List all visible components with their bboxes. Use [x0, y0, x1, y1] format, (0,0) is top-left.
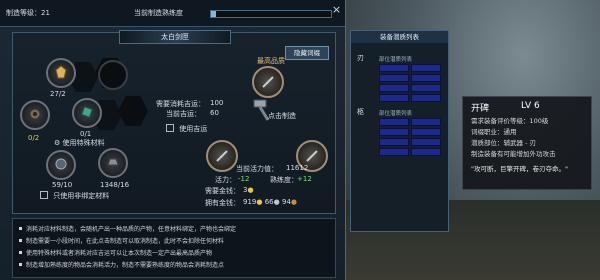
potential-cell[interactable] — [379, 128, 409, 136]
vigor-cost-label: 活力： — [215, 176, 236, 184]
material-slot-gear[interactable] — [20, 100, 50, 130]
group-sub: 部位潜质列表 — [379, 111, 413, 117]
output-slot-left[interactable] — [206, 140, 238, 172]
tooltip-line: 潜质部位：辅武器 - 刃 — [471, 139, 536, 147]
note-line: 制造增加熟练度的物品会消耗活力，制造不需要熟练度的物品会消耗制造点 — [19, 260, 224, 269]
tooltip-line: 需求装备评价等级：100级 — [471, 117, 549, 125]
tooltip-line: 制造装备有可能增加外功攻击 — [471, 150, 556, 158]
potential-cell[interactable] — [379, 148, 409, 156]
potential-cell[interactable] — [411, 74, 441, 82]
potential-cell[interactable] — [379, 74, 409, 82]
top-grade-label: 最高品质 — [257, 57, 285, 65]
blade-icon — [216, 150, 228, 162]
blade-icon — [262, 76, 274, 88]
hide-affix-button[interactable]: 隐藏词缀 — [285, 46, 329, 60]
equipment-list-title: 装备潜质列表 — [351, 31, 448, 43]
slot-count: 1348/16 — [100, 181, 130, 189]
recipe-title: 太白剑匣 — [119, 30, 231, 44]
non-fixed-label: 只使用非绑定材料 — [53, 192, 110, 200]
notes-panel: 消耗对应材料制造，会随机产出一种品质的产物，任意材料绑定，产物也会绑定 制造需要… — [12, 218, 336, 278]
craft-header: 制造等级：21 当前制造熟练度 × — [0, 0, 345, 27]
slot-count: 0/1 — [80, 130, 92, 138]
luck-need-label: 需要消耗吉运： — [156, 100, 205, 108]
money-have-label: 拥有金钱： — [205, 199, 240, 207]
potential-cell[interactable] — [379, 138, 409, 146]
use-special-label: 使用特殊材料 — [62, 139, 105, 147]
luck-need-value: 100 — [210, 99, 224, 107]
potential-cell[interactable] — [379, 64, 409, 72]
use-special-option[interactable]: ⚙ 使用特殊材料 — [54, 138, 105, 148]
note-line: 消耗对应材料制造，会随机产出一种品质的产物，任意材料绑定，产物也会绑定 — [19, 224, 236, 233]
craft-level: 制造等级：21 — [6, 9, 50, 17]
click-make-label[interactable]: 点击制造 — [268, 111, 296, 121]
material-slot-lens[interactable] — [46, 150, 76, 180]
prof-gain: +12 — [297, 175, 312, 183]
vigor-value: 11612 — [286, 164, 309, 172]
potential-cell[interactable] — [411, 94, 441, 102]
ore-icon — [55, 65, 67, 79]
prof-label: 熟练度： — [270, 176, 298, 184]
potential-cell[interactable] — [411, 128, 441, 136]
group-sub: 部位潜质列表 — [379, 57, 413, 63]
potential-cell[interactable] — [411, 138, 441, 146]
item-tooltip: 开碑 LV 6 需求装备评价等级：100级 词缀职业：通用 潜质部位：辅武器 -… — [462, 96, 592, 190]
material-slot-ingot[interactable] — [98, 148, 128, 178]
money-need-label: 需要金钱： — [205, 187, 240, 195]
group-name: 刃 — [357, 54, 364, 62]
gold-coin-icon: ● — [256, 198, 263, 206]
tooltip-level: LV 6 — [521, 101, 540, 111]
gear-icon — [29, 108, 41, 120]
tooltip-quote: "攻可断，巨擎开碑，卷刃夺命。" — [471, 165, 568, 173]
output-slot-top[interactable] — [252, 66, 284, 98]
proficiency-bar — [210, 10, 332, 18]
note-line: 制造需要一小段时间，在此点击制造可以取消制造，此时不会扣除任何材料 — [19, 236, 224, 245]
non-fixed-checkbox[interactable] — [40, 191, 48, 199]
use-luck-option[interactable]: 使用吉运 — [166, 124, 207, 134]
tooltip-line: 词缀职业：通用 — [471, 128, 517, 136]
money-need: 3● — [243, 186, 254, 194]
lens-icon — [55, 158, 67, 170]
ingot-icon — [107, 158, 119, 166]
silver-coin-icon: ● — [273, 198, 280, 206]
potential-cell[interactable] — [411, 148, 441, 156]
blade-icon — [306, 150, 318, 162]
close-icon[interactable]: × — [330, 3, 343, 16]
potential-cell[interactable] — [379, 94, 409, 102]
settings-icon: ⚙ — [54, 139, 61, 147]
use-luck-checkbox[interactable] — [166, 124, 174, 132]
tooltip-name: 开碑 — [471, 104, 490, 114]
vigor-cost: -12 — [238, 175, 250, 183]
potential-cell[interactable] — [379, 84, 409, 92]
material-slot-crystal[interactable] — [72, 98, 102, 128]
potential-cell[interactable] — [411, 64, 441, 72]
equipment-list-window: 装备潜质列表 刃 部位潜质列表 柩 部位潜质列表 — [350, 30, 449, 232]
empty-slot[interactable] — [98, 60, 128, 90]
gold-coin-icon: ● — [247, 186, 254, 194]
potential-cell[interactable] — [411, 84, 441, 92]
group-name: 柩 — [357, 108, 364, 116]
slot-count: 0/2 — [28, 134, 40, 142]
copper-coin-icon: ● — [290, 198, 298, 206]
luck-current-label: 当前吉运： — [166, 110, 201, 118]
potential-cell[interactable] — [379, 118, 409, 126]
material-slot-ore[interactable] — [46, 58, 76, 88]
note-line: 使用特殊材料或者消耗对应吉运可以让本次制造一定产出最高品质产物 — [19, 248, 212, 257]
vigor-label: 当前活力值： — [236, 165, 278, 173]
crafting-window: 制造等级：21 当前制造熟练度 × 太白剑匣 隐藏词缀 27/2 0/1 0/2… — [0, 0, 346, 280]
use-luck-label: 使用吉运 — [179, 125, 208, 133]
luck-current-value: 60 — [210, 109, 219, 117]
crystal-icon — [81, 106, 93, 118]
non-fixed-option[interactable]: 只使用非绑定材料 — [40, 191, 109, 201]
money-have: 919● 66● 94● — [243, 198, 298, 206]
proficiency-label: 当前制造熟练度 — [134, 9, 183, 17]
proficiency-fill — [211, 11, 216, 17]
slot-count: 59/10 — [52, 181, 73, 189]
slot-count: 27/2 — [50, 90, 66, 98]
potential-cell[interactable] — [411, 118, 441, 126]
